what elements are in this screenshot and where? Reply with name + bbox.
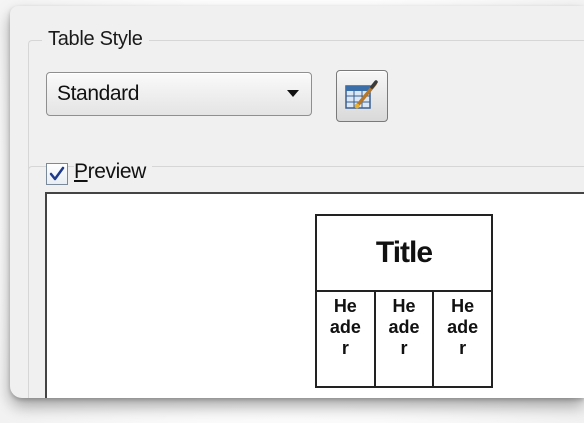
header-line: He xyxy=(451,296,475,316)
preview-table-title: Title xyxy=(315,214,493,292)
dropdown-arrow-icon xyxy=(287,90,299,97)
preview-table-header-cell: He ade r xyxy=(432,290,493,388)
table-style-edit-button[interactable] xyxy=(336,70,388,122)
preview-label-mnemonic: P xyxy=(74,160,88,183)
background: Table Style Standard Preview Title He ad… xyxy=(0,0,584,423)
header-line: ade xyxy=(447,317,479,337)
header-line: He xyxy=(333,296,357,316)
table-style-dropdown-value: Standard xyxy=(57,82,140,105)
preview-checkbox[interactable] xyxy=(46,163,68,185)
header-line: r xyxy=(459,338,467,358)
preview-label-text: review xyxy=(87,160,147,183)
table-style-edit-icon xyxy=(345,80,378,109)
table-style-group-label: Table Style xyxy=(42,28,149,51)
header-line: r xyxy=(341,338,349,358)
preview-table-header-cell: He ade r xyxy=(315,290,376,388)
table-style-panel: Table Style Standard Preview Title He ad… xyxy=(10,6,584,398)
preview-table-header-cell: He ade r xyxy=(373,290,435,388)
header-line: He xyxy=(392,296,416,316)
preview-table: Title He ade r He ade r He ade r xyxy=(315,214,493,388)
header-line: ade xyxy=(388,317,420,337)
header-line: r xyxy=(400,338,408,358)
table-style-dropdown[interactable]: Standard xyxy=(46,72,312,116)
preview-label[interactable]: Preview xyxy=(74,160,152,184)
preview-area: Title He ade r He ade r He ade r xyxy=(45,192,584,398)
header-line: ade xyxy=(329,317,361,337)
checkmark-icon xyxy=(49,166,65,181)
